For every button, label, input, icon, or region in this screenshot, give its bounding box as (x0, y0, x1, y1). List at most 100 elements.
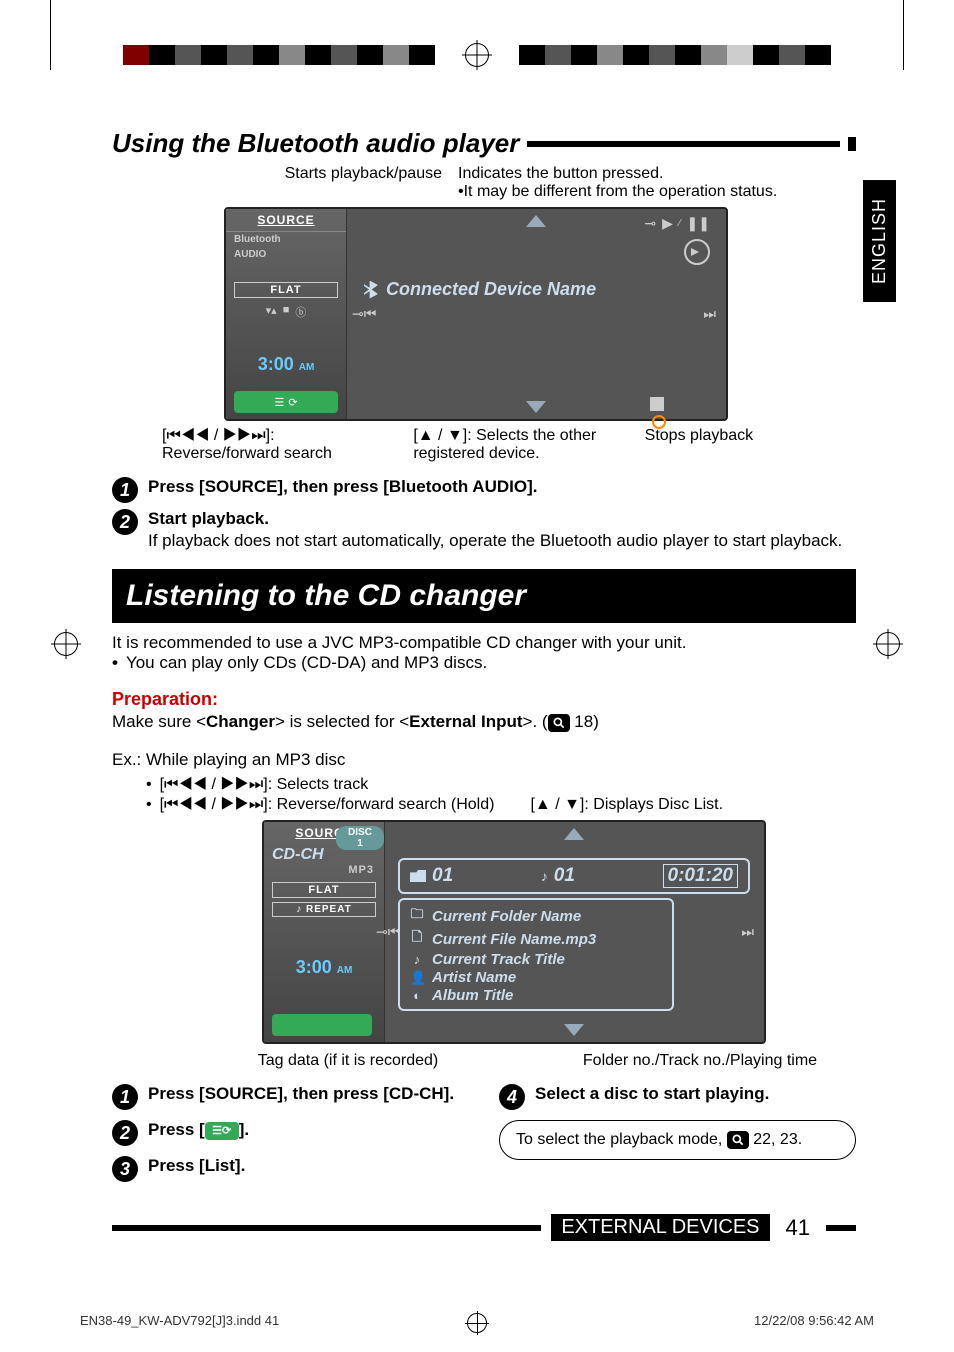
step-number-icon: 4 (499, 1084, 525, 1110)
screen-sidebar: SOURCE Bluetooth AUDIO FLAT ▾▴■ⓑ 3:00 AM… (226, 209, 347, 419)
bottom-callouts: [⏮◀◀ / ▶▶⏭]: Reverse/forward search [▲ /… (112, 427, 856, 463)
registration-mark-icon (467, 1313, 487, 1333)
source-label: SOURCE (226, 209, 346, 232)
step-2: 2 Press [☰⟳]. (112, 1120, 469, 1146)
cdch-screen-figure: SOURCE DISC 1 CD-CH MP3 FLAT ♪ REPEAT 3:… (262, 820, 766, 1044)
title-rule (527, 141, 840, 147)
bluetooth-steps: 1 Press [SOURCE], then press [Bluetooth … (112, 477, 856, 551)
clock: 3:00 AM (264, 917, 384, 978)
disc-icon (684, 239, 710, 265)
callout-tag-data: Tag data (if it is recorded) (112, 1052, 504, 1070)
preparation-line: Make sure <Changer> is selected for <Ext… (112, 712, 856, 732)
footer-rule: EXTERNAL DEVICES 41 (112, 1214, 856, 1241)
page-number: 41 (780, 1215, 816, 1241)
bt-line2: AUDIO (226, 247, 346, 262)
track-number: 01 (554, 865, 575, 887)
print-footer: EN38-49_KW-ADV792[J]3.indd 41 12/22/08 9… (80, 1313, 874, 1328)
section-title-cdchanger: Listening to the CD changer (112, 569, 856, 623)
step-3: 3 Press [List]. (112, 1156, 469, 1182)
repeat-button: ♪ REPEAT (272, 902, 376, 917)
mp3-label: MP3 (264, 864, 384, 876)
example-bullets: •[⏮◀◀ / ▶▶⏭]: Selects track • [⏮◀◀ / ▶▶⏭… (146, 776, 856, 814)
flat-button: FLAT (272, 882, 376, 898)
file-icon: 🗋 (410, 928, 424, 950)
section-title-bluetooth: Using the Bluetooth audio player (112, 128, 856, 159)
screen-main: ⊸⏮ ⏭ 01 ♪01 0:01:20 🗀Current Folder Name… (384, 822, 764, 1042)
callout-stops-playback: Stops playback (645, 427, 856, 463)
section-title-text: Using the Bluetooth audio player (112, 128, 519, 159)
footer-section-label: EXTERNAL DEVICES (551, 1214, 769, 1241)
skip-back-icon: ⊸⏮ (376, 924, 400, 941)
note-icon: ♪ (541, 868, 548, 884)
folder-number: 01 (432, 865, 453, 887)
down-arrow-icon (564, 1024, 584, 1036)
step-2-sub: If playback does not start automatically… (148, 531, 856, 551)
preparation-heading: Preparation: (112, 689, 856, 710)
album-icon: ◐ (410, 988, 424, 1003)
disc-badge: DISC 1 (336, 826, 384, 850)
bt-line1: Bluetooth (226, 232, 346, 247)
top-callouts: Starts playback/pause Indicates the butt… (112, 165, 856, 201)
step-number-icon: 1 (112, 1084, 138, 1110)
step-number-icon: 3 (112, 1156, 138, 1182)
content-area: ENGLISH Using the Bluetooth audio player… (112, 120, 856, 1292)
file-name: Current File Name.mp3 (432, 931, 596, 948)
registration-mark-icon (465, 43, 489, 67)
device-screen: SOURCE Bluetooth AUDIO FLAT ▾▴■ⓑ 3:00 AM… (224, 207, 728, 421)
step-4: 4 Select a disc to start playing. (499, 1084, 856, 1110)
callout-reverse-forward: [⏮◀◀ / ▶▶⏭]: Reverse/forward search (112, 427, 373, 463)
menu-button: ☰⟳ (234, 391, 338, 413)
step-number-icon: 1 (112, 477, 138, 503)
folder-name: Current Folder Name (432, 908, 581, 925)
folder-icon (410, 870, 426, 882)
skip-back-icon: ⊸⏮ (352, 306, 376, 323)
step-1-text: Press [SOURCE], then press [Bluetooth AU… (148, 477, 856, 497)
step-number-icon: 2 (112, 1120, 138, 1146)
callout-selects-device: [▲ / ▼]: Selects the other registered de… (393, 427, 624, 463)
bullet-displays-disc-list: [▲ / ▼]: Displays Disc List. (530, 796, 723, 814)
play-pause-indicator: ⊸▶∕❚❚ (644, 215, 710, 232)
step-2: 2 Start playback. If playback does not s… (112, 509, 856, 551)
cdch-steps: 1 Press [SOURCE], then press [CD-CH]. 2 … (112, 1084, 856, 1192)
footer-date: 12/22/08 9:56:42 AM (754, 1313, 874, 1328)
step-number-icon: 2 (112, 509, 138, 535)
up-arrow-icon (526, 215, 546, 227)
note-icon: ♪ (410, 952, 424, 967)
page: ENGLISH Using the Bluetooth audio player… (0, 0, 954, 1352)
footer-file: EN38-49_KW-ADV792[J]3.indd 41 (80, 1313, 279, 1328)
example-line: Ex.: While playing an MP3 disc (112, 750, 856, 770)
language-tab: ENGLISH (863, 180, 896, 302)
step-1: 1 Press [SOURCE], then press [CD-CH]. (112, 1084, 469, 1110)
bullet-selects-track: [⏮◀◀ / ▶▶⏭]: Selects track (160, 776, 369, 794)
step-1: 1 Press [SOURCE], then press [Bluetooth … (112, 477, 856, 503)
connected-device-name: Connected Device Name (364, 279, 596, 300)
track-title: Current Track Title (432, 951, 565, 968)
screen-main: ⊸▶∕❚❚ Connected Device Name ⊸⏮ ⏭ (346, 209, 726, 419)
registration-mark-icon (846, 632, 930, 656)
reference-icon (727, 1131, 749, 1149)
info-row: 01 ♪01 0:01:20 (398, 858, 750, 894)
intro-bullet: You can play only CDs (CD-DA) and MP3 di… (126, 653, 487, 673)
intro-text: It is recommended to use a JVC MP3-compa… (112, 633, 856, 653)
step-2-text: Press [☰⟳]. (148, 1120, 469, 1140)
step-4-text: Select a disc to start playing. (535, 1084, 856, 1104)
intro-paragraph: It is recommended to use a JVC MP3-compa… (112, 633, 856, 673)
artist-name: Artist Name (432, 969, 516, 986)
printer-marks-top (0, 40, 954, 70)
playback-mode-tip: To select the playback mode, 22, 23. (499, 1120, 856, 1160)
callout-indicates-sub: It may be different from the operation s… (464, 183, 778, 200)
callout-indicates: Indicates the button pressed. (458, 165, 856, 183)
reference-icon (548, 714, 570, 732)
callout-folder-track-time: Folder no./Track no./Playing time (504, 1052, 856, 1070)
artist-icon: 👤 (410, 970, 424, 986)
album-title: Album Title (432, 987, 513, 1004)
flat-button: FLAT (234, 282, 338, 298)
clock: 3:00 AM (226, 320, 346, 375)
meta-box: 🗀 Current Folder Name 🗋 Current File Name.… (398, 898, 674, 1011)
folder-icon: 🗀 (410, 905, 424, 927)
registration-mark-icon (24, 632, 108, 656)
step-3-text: Press [List]. (148, 1156, 469, 1176)
title-rule-end (848, 137, 856, 151)
bluetooth-icon (364, 281, 378, 299)
skip-forward-icon: ⏭ (703, 306, 716, 323)
